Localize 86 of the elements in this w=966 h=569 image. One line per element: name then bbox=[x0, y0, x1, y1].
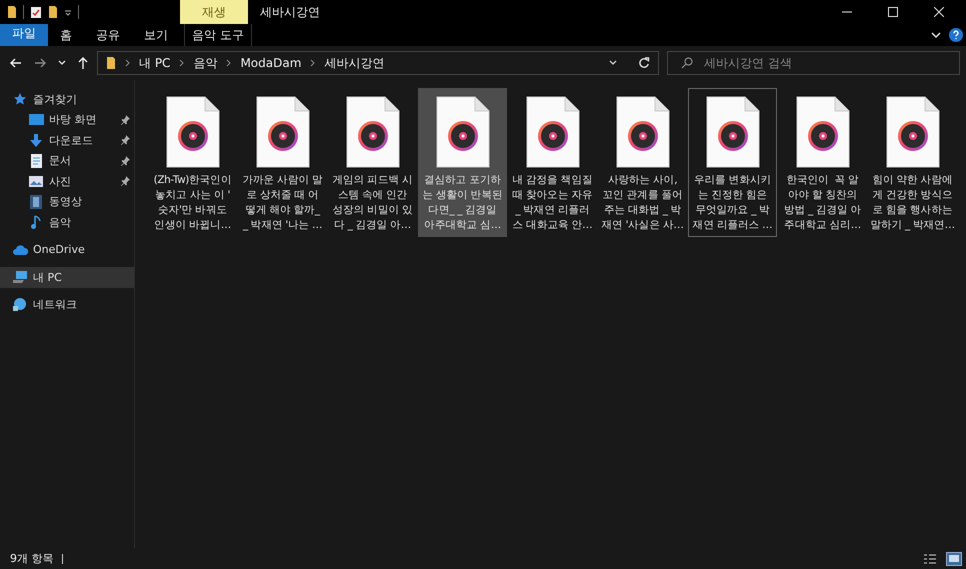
chevron-right-icon bbox=[125, 59, 130, 67]
ribbon-tab[interactable]: 홈 bbox=[48, 24, 84, 46]
chevron-down-icon[interactable] bbox=[609, 60, 617, 66]
folder-icon bbox=[106, 56, 116, 70]
maximize-icon[interactable] bbox=[888, 7, 898, 17]
music-file-icon bbox=[524, 96, 580, 168]
sidebar-item[interactable]: 다운로드 bbox=[0, 130, 134, 150]
star-icon bbox=[14, 93, 26, 106]
file-item[interactable]: 게임의 피드백 시 스템 속에 인간 성장의 비밀이 있 다 _ 김경일 아… bbox=[328, 88, 417, 237]
up-arrow-icon[interactable] bbox=[78, 57, 88, 69]
download-arrow-icon bbox=[30, 134, 42, 147]
file-name: 사랑하는 사이, 꼬인 관계를 풀어 주는 대화법 _ 박 재연 '사실은 사… bbox=[600, 173, 685, 233]
sidebar-item[interactable]: 동영상 bbox=[0, 192, 134, 212]
file-item[interactable]: 가까운 사람이 말 로 상처줄 때 어 떻게 해야 할까_ _ 박재연 '나는 … bbox=[238, 88, 327, 237]
network-icon bbox=[13, 298, 27, 312]
film-icon bbox=[30, 194, 42, 209]
help-icon[interactable] bbox=[949, 28, 963, 42]
breadcrumb[interactable]: 세바시강연 bbox=[324, 54, 384, 72]
music-file-icon bbox=[794, 96, 850, 168]
breadcrumb[interactable]: 음악 bbox=[193, 54, 218, 72]
file-item[interactable]: 사랑하는 사이, 꼬인 관계를 풀어 주는 대화법 _ 박 재연 '사실은 사… bbox=[598, 88, 687, 237]
music-file-icon bbox=[254, 96, 310, 168]
ribbon-tab[interactable]: 공유 bbox=[84, 24, 132, 46]
file-name: 한국인이 꼭 알 아야 할 칭찬의 방법 _ 김경일 아 주대학교 심리… bbox=[782, 173, 862, 233]
file-item[interactable]: 힘이 약한 사람에 게 건강한 방식으 로 힘을 행사하는 말하기 _ 박재연… bbox=[868, 88, 957, 237]
window-title: 세바시강연 bbox=[260, 4, 320, 20]
chevron-right-icon bbox=[310, 59, 316, 67]
back-arrow-icon[interactable] bbox=[10, 58, 22, 68]
desktop-icon bbox=[28, 114, 44, 126]
large-icons-view-icon[interactable] bbox=[946, 552, 962, 566]
file-item[interactable]: 결심하고 포기하 는 생활이 반복된 다면_ _ 김경일 아주대학교 심… bbox=[418, 88, 507, 237]
file-item[interactable]: 내 감정을 책임질 때 찾아오는 자유 _ 박재연 리플러 스 대화교육 안… bbox=[508, 88, 597, 237]
sidebar-item[interactable]: 바탕 화면 bbox=[0, 110, 134, 130]
music-file-icon bbox=[344, 96, 400, 168]
file-item[interactable]: (Zh-Tw)한국인이 놓치고 사는 이 ' 숫자'만 바꿔도 인생이 바뀝니… bbox=[148, 88, 237, 237]
pin-icon[interactable] bbox=[121, 176, 130, 186]
sidebar-item[interactable]: 네트워크 bbox=[0, 294, 134, 315]
address-bar[interactable]: 내 PC 음악 ModaDam 세바시강연 bbox=[97, 51, 659, 75]
cloud-icon bbox=[12, 244, 28, 255]
file-name: 힘이 약한 사람에 게 건강한 방식으 로 힘을 행사하는 말하기 _ 박재연… bbox=[869, 173, 956, 233]
sidebar-item[interactable]: 즐겨찾기 bbox=[0, 89, 134, 110]
file-name: 우리를 변화시키 는 진정한 힘은 무엇일까요 _ 박 재연 리플러스 … bbox=[692, 173, 774, 233]
sidebar-item[interactable]: 내 PC bbox=[0, 267, 134, 288]
search-field[interactable]: 세바시강연 검색 bbox=[667, 51, 960, 75]
music-file-icon bbox=[884, 96, 940, 168]
picture-icon bbox=[29, 176, 43, 187]
music-file-icon bbox=[164, 96, 220, 168]
file-name: 가까운 사람이 말 로 상처줄 때 어 떻게 해야 할까_ _ 박재연 '나는 … bbox=[241, 173, 324, 233]
file-item[interactable]: 한국인이 꼭 알 아야 할 칭찬의 방법 _ 김경일 아 주대학교 심리… bbox=[778, 88, 867, 237]
sidebar-item[interactable]: 문서 bbox=[0, 150, 134, 171]
computer-icon bbox=[12, 270, 28, 284]
folder-icon[interactable] bbox=[48, 5, 58, 19]
file-name: 내 감정을 책임질 때 찾아오는 자유 _ 박재연 리플러 스 대화교육 안… bbox=[511, 173, 594, 233]
refresh-icon[interactable] bbox=[638, 57, 650, 69]
ribbon-tab[interactable]: 보기 bbox=[132, 24, 180, 46]
sidebar-item[interactable]: OneDrive bbox=[0, 240, 134, 260]
details-view-icon[interactable] bbox=[924, 552, 936, 564]
pin-icon[interactable] bbox=[121, 156, 130, 166]
music-note-icon bbox=[31, 215, 41, 230]
file-name: (Zh-Tw)한국인이 놓치고 사는 이 ' 숫자'만 바꿔도 인생이 바뀝니… bbox=[152, 173, 232, 233]
folder-icon[interactable] bbox=[7, 5, 17, 19]
file-item[interactable]: 우리를 변화시키 는 진정한 힘은 무엇일까요 _ 박 재연 리플러스 … bbox=[688, 88, 777, 237]
file-name: 결심하고 포기하 는 생활이 반복된 다면_ _ 김경일 아주대학교 심… bbox=[421, 173, 504, 233]
file-name: 게임의 피드백 시 스템 속에 인간 성장의 비밀이 있 다 _ 김경일 아… bbox=[331, 173, 414, 233]
properties-icon[interactable] bbox=[30, 6, 42, 18]
sidebar-item[interactable]: 사진 bbox=[0, 171, 134, 192]
music-file-icon bbox=[614, 96, 670, 168]
chevron-right-icon bbox=[226, 59, 232, 67]
document-icon bbox=[30, 154, 42, 168]
sidebar-item[interactable]: 음악 bbox=[0, 212, 134, 232]
breadcrumb[interactable]: ModaDam bbox=[240, 56, 302, 70]
ribbon-tab[interactable]: 파일 bbox=[0, 24, 48, 46]
forward-arrow-icon[interactable] bbox=[34, 58, 46, 68]
music-file-icon bbox=[704, 96, 760, 168]
chevron-right-icon bbox=[179, 59, 184, 67]
chevron-down-icon[interactable] bbox=[58, 60, 66, 66]
pin-icon[interactable] bbox=[121, 135, 130, 146]
context-tab-header: 재생 bbox=[180, 0, 248, 24]
dropdown-icon[interactable] bbox=[64, 8, 72, 16]
pin-icon[interactable] bbox=[121, 114, 130, 125]
search-icon bbox=[681, 57, 693, 69]
breadcrumb[interactable]: 내 PC bbox=[139, 54, 170, 72]
close-icon[interactable] bbox=[934, 7, 944, 17]
chevron-down-icon[interactable] bbox=[931, 32, 941, 38]
music-file-icon bbox=[434, 96, 490, 168]
item-count: 9개 항목 bbox=[10, 551, 54, 566]
